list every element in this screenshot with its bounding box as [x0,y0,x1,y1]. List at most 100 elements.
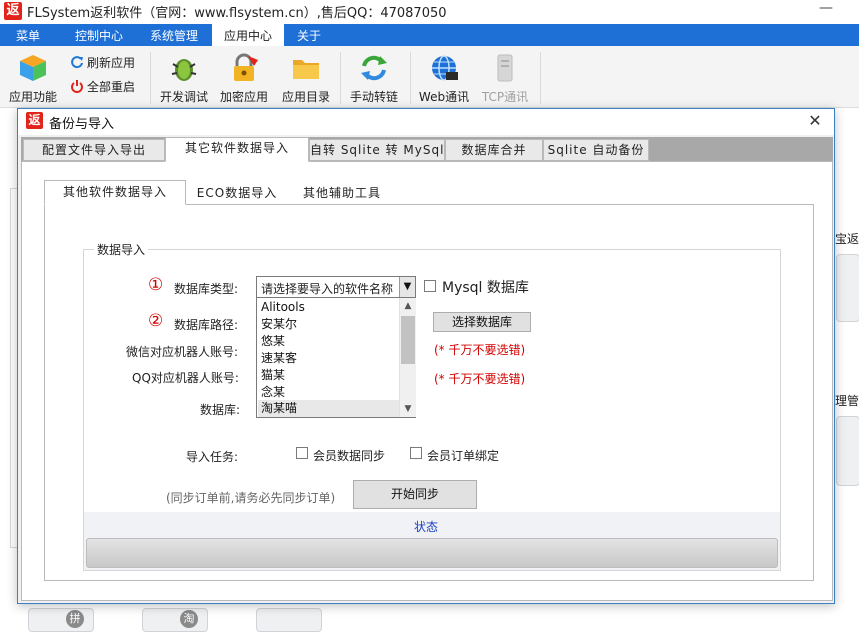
menu-item-about[interactable]: 关于 [288,24,330,46]
lock-icon [234,53,258,81]
tab-config-import-export[interactable]: 配置文件导入导出 [23,139,165,161]
dropdown-option[interactable]: 安某尔 [258,316,400,333]
status-label: 状态 [414,520,439,534]
start-sync-button[interactable]: 开始同步 [353,480,477,509]
app-tile-pinduoduo[interactable] [28,608,94,632]
member-sync-checkbox[interactable] [296,447,308,459]
scroll-down-icon[interactable]: ▼ [400,401,416,417]
data-import-group: 数据导入 ① 数据库类型: 请选择要导入的软件名称 ▼ Mysql 数据库 Al… [83,241,781,571]
right-panel-label-2: 理管 [835,394,859,408]
dropdown-option[interactable]: 猫某 [258,367,400,384]
right-app-tile-2[interactable] [836,416,859,486]
dropdown-option[interactable]: 速某客 [258,350,400,367]
menu-item-system-management[interactable]: 系统管理 [138,24,210,46]
refresh-app-button[interactable]: 刷新应用 [70,54,135,72]
ribbon-separator [150,52,151,104]
qq-account-label: QQ对应机器人账号: [132,371,239,385]
refresh-app-label: 刷新应用 [87,56,136,70]
ribbon-separator [410,52,411,104]
manual-link-label: 手动转链 [349,90,398,104]
order-bind-checkbox[interactable] [410,447,422,459]
subtab-other-tools[interactable]: 其他辅助工具 [294,182,390,204]
subtab-eco-import[interactable]: ECO数据导入 [192,182,282,204]
restart-all-button[interactable]: 全部重启 [70,78,135,96]
subtab-strip: 其他软件数据导入 ECO数据导入 其他辅助工具 [44,180,814,205]
manual-link-button[interactable]: 手动转链 [346,50,402,108]
app-directory-label: 应用目录 [281,90,330,104]
encrypt-app-button[interactable]: 加密应用 [216,50,272,108]
sync-hint-text: (同步订单前,请务必先同步订单) [166,491,336,505]
tab-sqlite-auto-backup[interactable]: Sqlite 自动备份 [543,139,649,161]
app-directory-button[interactable]: 应用目录 [278,50,334,108]
tab-other-software-import[interactable]: 其它软件数据导入 [165,137,309,162]
bug-icon [171,59,197,81]
dialog-logo-icon: 返 [26,112,43,129]
member-sync-label: 会员数据同步 [313,449,386,463]
ribbon-separator [540,52,541,104]
menubar: 菜单 控制中心 系统管理 应用中心 关于 [0,24,859,46]
tcp-comm-button[interactable]: TCP通讯 [476,50,534,108]
backup-import-dialog: 返 备份与导入 ✕ 配置文件导入导出 其它软件数据导入 自转 Sqlite 转 … [17,108,835,604]
scroll-up-icon[interactable]: ▲ [400,298,416,314]
server-icon [497,54,513,82]
app-functions-label: 应用功能 [8,90,57,104]
menu-item-menu[interactable]: 菜单 [0,24,56,46]
close-icon[interactable]: ✕ [800,110,830,132]
app-functions-button[interactable]: 应用功能 [4,50,62,108]
wechat-account-label: 微信对应机器人账号: [126,345,239,359]
taobao-icon: 淘 [180,610,198,628]
subtab-other-software-import[interactable]: 其他软件数据导入 [44,180,186,205]
mysql-checkbox[interactable] [424,280,436,292]
restart-all-label: 全部重启 [87,80,136,94]
dialog-titlebar: 返 备份与导入 ✕ [18,109,834,135]
dialog-title: 备份与导入 [49,117,115,132]
dev-debug-label: 开发调试 [159,90,208,104]
ribbon-toolbar: 应用功能 刷新应用 全部重启 开发调试 加密应用 应用目录 手动转链 Web通讯… [0,46,859,108]
cube-icon [20,55,46,81]
db-type-dropdown-list[interactable]: Alitools 安某尔 悠某 速某客 猫某 念某 淘某喵 ▲ ▼ [256,297,416,418]
refresh-icon [71,56,83,69]
dropdown-scrollbar[interactable]: ▲ ▼ [399,298,416,417]
dev-debug-button[interactable]: 开发调试 [156,50,212,108]
dropdown-option[interactable]: 念某 [258,384,400,401]
dropdown-option[interactable]: 淘某喵 [258,400,400,417]
tab-sqlite-to-mysql[interactable]: 自转 Sqlite 转 MySql [309,139,445,161]
pinduoduo-icon: 拼 [66,610,84,628]
right-panel-label-1: 宝返 [835,232,859,246]
dropdown-option[interactable]: Alitools [258,299,400,316]
web-comm-button[interactable]: Web通讯 [416,50,472,108]
menu-item-control-center[interactable]: 控制中心 [62,24,136,46]
power-icon [71,80,83,93]
app-tile-taobao[interactable] [142,608,208,632]
subtab-content: 数据导入 ① 数据库类型: 请选择要导入的软件名称 ▼ Mysql 数据库 Al… [44,204,814,581]
app-title: FLSystem返利软件（官网：www.flsystem.cn）,售后QQ：47… [27,6,447,21]
status-area: 状态 [84,512,780,570]
choose-db-button[interactable]: 选择数据库 [433,312,531,332]
db-path-label: 数据库路径: [174,318,239,332]
db-type-label: 数据库类型: [174,282,239,296]
step-1-marker: ① [148,275,164,295]
encrypt-app-label: 加密应用 [219,90,268,104]
web-comm-label: Web通讯 [418,90,470,104]
group-title: 数据导入 [94,241,149,258]
scrollbar-thumb[interactable] [401,316,415,364]
app-titlebar: 返 FLSystem返利软件（官网：www.flsystem.cn）,售后QQ：… [0,0,859,24]
db-type-select[interactable]: 请选择要导入的软件名称 ▼ [256,276,416,298]
mysql-checkbox-label: Mysql 数据库 [442,280,529,296]
warning-text: (* 千万不要选错) [434,372,526,386]
warning-text: (* 千万不要选错) [434,343,526,357]
menu-item-app-center[interactable]: 应用中心 [212,24,284,46]
import-task-label: 导入任务: [186,450,239,464]
tcp-comm-label: TCP通讯 [481,90,529,104]
db-type-select-value: 请选择要导入的软件名称 [261,282,394,296]
dropdown-option[interactable]: 悠某 [258,333,400,350]
right-app-tile-1[interactable] [836,254,859,322]
step-2-marker: ② [148,311,164,331]
convert-arrows-icon [361,55,387,81]
minimize-button[interactable]: — [808,0,844,20]
chevron-down-icon[interactable]: ▼ [399,277,415,297]
app-tile-help[interactable] [256,608,322,632]
order-bind-label: 会员订单绑定 [427,449,500,463]
tab-database-merge[interactable]: 数据库合并 [445,139,543,161]
database-label: 数据库: [200,403,241,417]
